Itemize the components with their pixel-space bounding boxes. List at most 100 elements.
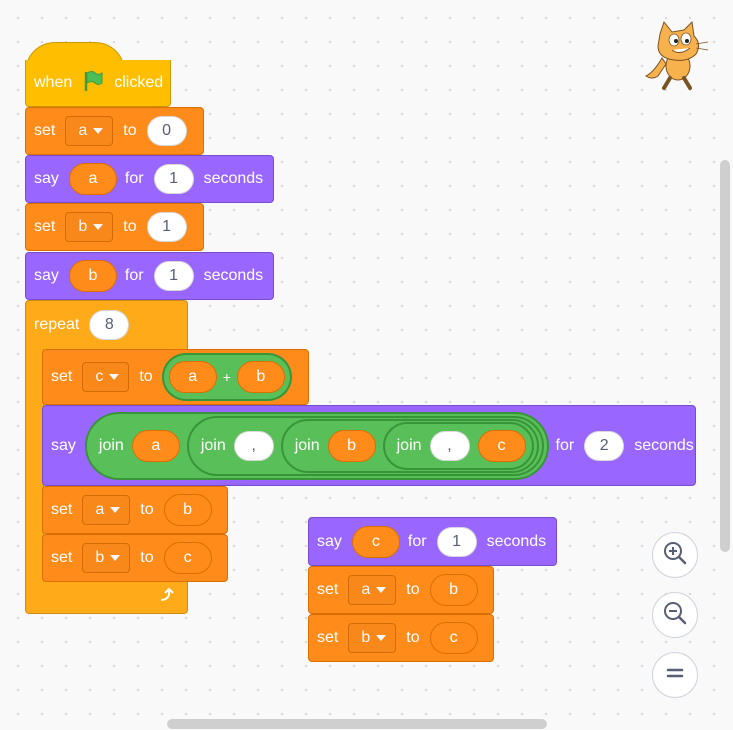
variable-reporter-c[interactable]: c bbox=[351, 525, 400, 558]
seconds-label: seconds bbox=[634, 436, 694, 454]
variable-reporter-a[interactable]: a bbox=[68, 163, 117, 195]
join-label: join bbox=[396, 436, 422, 454]
variable-dropdown[interactable]: a bbox=[348, 575, 397, 605]
set-a-to-b-block[interactable]: set a to b bbox=[308, 566, 494, 614]
set-b-to-c-block[interactable]: set b to c bbox=[42, 534, 228, 582]
set-a-to-b-block[interactable]: set a to b bbox=[42, 486, 228, 534]
say-label: say bbox=[51, 436, 76, 454]
join-label: join bbox=[200, 436, 226, 454]
variable-reporter-a[interactable]: a bbox=[131, 429, 180, 462]
set-label: set bbox=[317, 581, 339, 598]
loop-arrow-icon bbox=[157, 586, 175, 609]
say-b-for-secs-block[interactable]: say b for 1 seconds bbox=[25, 252, 274, 300]
variable-reporter-a[interactable]: a bbox=[168, 361, 217, 393]
join-operator[interactable]: join a join , join b join , c bbox=[85, 412, 548, 479]
join-operator[interactable]: join b join , c bbox=[281, 419, 538, 472]
comma-text-input[interactable]: , bbox=[429, 430, 470, 461]
set-a-block[interactable]: set a to 0 bbox=[25, 107, 204, 155]
join-label: join bbox=[98, 436, 124, 454]
dropdown-value: b bbox=[95, 549, 105, 566]
variable-dropdown[interactable]: b bbox=[82, 543, 131, 573]
variable-reporter-b[interactable]: b bbox=[68, 260, 117, 292]
set-label: set bbox=[51, 549, 73, 566]
set-c-block[interactable]: set c to a + b bbox=[42, 349, 309, 405]
variable-dropdown[interactable]: b bbox=[348, 623, 397, 653]
variable-reporter-c[interactable]: c bbox=[163, 542, 212, 574]
caret-down-icon bbox=[93, 224, 104, 230]
variable-reporter-b[interactable]: b bbox=[327, 429, 376, 462]
zoom-reset-icon bbox=[665, 666, 685, 685]
secs-input[interactable]: 1 bbox=[436, 526, 477, 557]
caret-down-icon bbox=[376, 587, 387, 593]
clicked-label: clicked bbox=[114, 74, 164, 91]
to-label: to bbox=[406, 629, 420, 646]
dropdown-value: a bbox=[78, 122, 88, 139]
caret-down-icon bbox=[93, 128, 104, 134]
comma-text-input[interactable]: , bbox=[233, 430, 274, 461]
scratch-cat-icon bbox=[640, 20, 712, 90]
dropdown-value: a bbox=[95, 501, 105, 518]
set-label: set bbox=[34, 122, 56, 139]
zoom-in-icon bbox=[662, 540, 688, 571]
set-label: set bbox=[51, 368, 73, 385]
to-label: to bbox=[140, 501, 154, 518]
variable-reporter-b[interactable]: b bbox=[236, 361, 285, 393]
variable-reporter-c[interactable]: c bbox=[429, 622, 478, 654]
variable-reporter-b[interactable]: b bbox=[429, 574, 478, 606]
secs-input[interactable]: 1 bbox=[153, 164, 194, 194]
to-label: to bbox=[139, 368, 153, 385]
when-flag-clicked-block[interactable]: when clicked bbox=[25, 60, 171, 107]
to-label: to bbox=[406, 581, 420, 598]
say-c-for-secs-block[interactable]: say c for 1 seconds bbox=[308, 517, 557, 566]
seconds-label: seconds bbox=[203, 170, 264, 187]
secs-input[interactable]: 2 bbox=[584, 430, 625, 461]
to-label: to bbox=[123, 218, 137, 235]
for-label: for bbox=[407, 532, 427, 550]
zoom-out-button[interactable] bbox=[652, 592, 698, 638]
say-a-for-secs-block[interactable]: say a for 1 seconds bbox=[25, 155, 274, 203]
variable-reporter-b[interactable]: b bbox=[163, 494, 212, 526]
secs-input[interactable]: 1 bbox=[153, 261, 194, 291]
for-label: for bbox=[124, 267, 144, 284]
dropdown-value: b bbox=[78, 218, 88, 235]
set-label: set bbox=[34, 218, 56, 235]
zoom-out-icon bbox=[662, 600, 688, 631]
add-operator[interactable]: a + b bbox=[162, 354, 291, 400]
set-b-block[interactable]: set b to 1 bbox=[25, 203, 204, 251]
repeat-label: repeat bbox=[34, 316, 80, 333]
variable-reporter-c[interactable]: c bbox=[477, 429, 526, 462]
repeat-block-bottom[interactable] bbox=[25, 581, 188, 614]
plus-label: + bbox=[222, 369, 231, 385]
zoom-in-button[interactable] bbox=[652, 532, 698, 578]
caret-down-icon bbox=[109, 374, 120, 380]
seconds-label: seconds bbox=[203, 267, 264, 284]
variable-dropdown[interactable]: a bbox=[82, 495, 131, 525]
variable-dropdown[interactable]: c bbox=[82, 362, 130, 392]
repeat-block[interactable]: repeat 8 bbox=[25, 300, 188, 349]
variable-dropdown[interactable]: a bbox=[65, 116, 114, 146]
when-label: when bbox=[34, 74, 73, 91]
to-label: to bbox=[140, 549, 154, 566]
say-join-for-secs-block[interactable]: say join a join , join b join , c for 2 … bbox=[42, 405, 696, 486]
dropdown-value: c bbox=[95, 368, 104, 385]
value-input[interactable]: 0 bbox=[146, 116, 187, 146]
repeat-count-input[interactable]: 8 bbox=[89, 310, 130, 340]
zoom-reset-button[interactable] bbox=[652, 652, 698, 698]
vertical-scrollbar[interactable] bbox=[720, 160, 730, 552]
dropdown-value: a bbox=[361, 581, 371, 598]
say-label: say bbox=[34, 170, 59, 187]
dropdown-value: b bbox=[361, 629, 371, 646]
join-operator[interactable]: join , join b join , c bbox=[187, 416, 543, 475]
for-label: for bbox=[555, 436, 575, 454]
seconds-label: seconds bbox=[486, 532, 547, 550]
horizontal-scrollbar[interactable] bbox=[167, 719, 547, 729]
caret-down-icon bbox=[376, 635, 387, 641]
set-label: set bbox=[51, 501, 73, 518]
for-label: for bbox=[124, 170, 144, 187]
join-operator[interactable]: join , c bbox=[383, 422, 533, 469]
say-label: say bbox=[34, 267, 59, 284]
variable-dropdown[interactable]: b bbox=[65, 212, 114, 242]
value-input[interactable]: 1 bbox=[146, 212, 187, 242]
set-b-to-c-block[interactable]: set b to c bbox=[308, 614, 494, 662]
join-label: join bbox=[294, 436, 320, 454]
